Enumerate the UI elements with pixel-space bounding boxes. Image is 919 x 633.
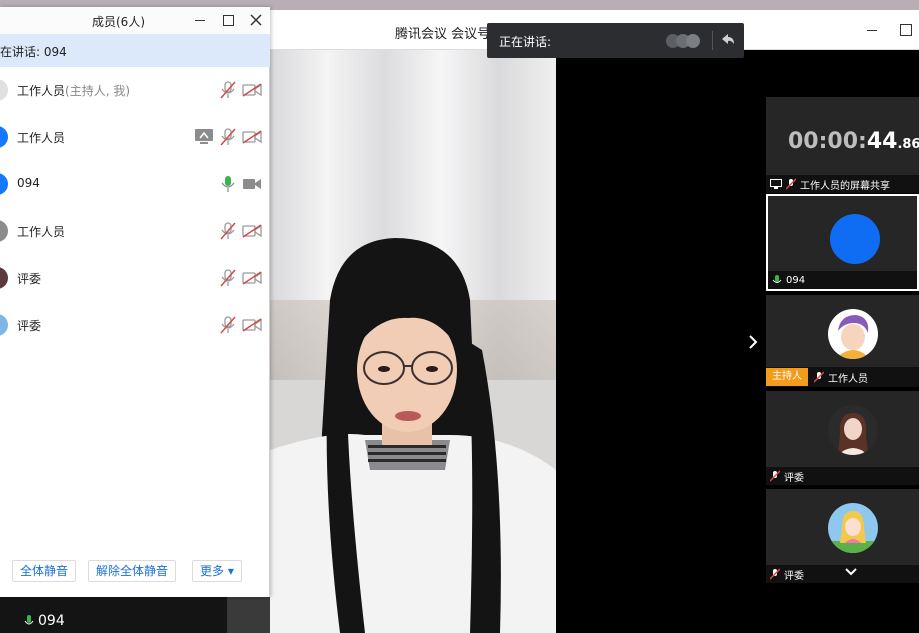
participant-name: 094 bbox=[786, 274, 806, 286]
mic-muted-icon bbox=[770, 568, 780, 580]
mute-all-button[interactable]: 全体静音 bbox=[12, 560, 77, 582]
panel-minimize-button[interactable] bbox=[192, 12, 208, 28]
participant-name: 评委 bbox=[784, 472, 804, 484]
member-row[interactable]: 评委 bbox=[0, 255, 270, 302]
share-timer: 00:00:44.86 bbox=[788, 129, 919, 154]
more-button[interactable]: 更多 ▾ bbox=[192, 560, 242, 582]
participant-tile-judge[interactable]: 评委 bbox=[766, 489, 919, 583]
speaking-toast: 正在讲话: bbox=[487, 23, 744, 58]
member-row[interactable]: 工作人员(主持人, 我) bbox=[0, 67, 270, 114]
member-name-text: 工作人员 bbox=[17, 225, 66, 239]
member-name: 评委 bbox=[17, 270, 41, 287]
participant-name: 评委 bbox=[784, 570, 804, 582]
participant-tile-bar: 主持人 工作人员 bbox=[766, 367, 919, 387]
member-name-text: 评委 bbox=[17, 272, 42, 286]
avatar bbox=[0, 314, 8, 336]
members-panel-title: 成员(6人) bbox=[92, 15, 145, 29]
screen-share-tile[interactable]: 00:00:44.86 工作人员的屏幕共享 bbox=[766, 97, 919, 193]
mic-muted-icon bbox=[814, 371, 824, 383]
participant-tile-judge[interactable]: 评委 bbox=[766, 391, 919, 485]
now-speaking-banner: 在讲话: 094 bbox=[0, 34, 270, 67]
members-panel-titlebar: 成员(6人) bbox=[0, 7, 270, 34]
member-name: 评委 bbox=[17, 317, 41, 334]
speaker-video bbox=[270, 50, 556, 633]
member-name: 094 bbox=[17, 176, 40, 190]
member-role-note: (主持人, 我) bbox=[65, 84, 131, 98]
bottom-video-label: 094 bbox=[24, 613, 65, 629]
member-name: 工作人员(主持人, 我) bbox=[17, 82, 130, 99]
now-speaking-text: 在讲话: 094 bbox=[0, 45, 67, 59]
member-name: 工作人员 bbox=[17, 129, 65, 146]
speaking-toast-label: 正在讲话: bbox=[499, 35, 552, 49]
members-panel: 成员(6人) 在讲话: 094 工作人员(主持人, 我) 工作人员 094 工作人员评… bbox=[0, 7, 270, 597]
avatar bbox=[0, 267, 8, 289]
participant-name: 工作人员 bbox=[828, 373, 868, 385]
host-badge: 主持人 bbox=[766, 368, 808, 386]
speaker-avatars-icon bbox=[666, 34, 700, 48]
member-name-text: 评委 bbox=[17, 319, 42, 333]
mic-muted-icon bbox=[770, 470, 780, 482]
camera-disabled-icon[interactable] bbox=[242, 130, 262, 144]
avatar bbox=[828, 503, 878, 553]
member-row[interactable]: 评委 bbox=[0, 302, 270, 349]
unmute-all-button[interactable]: 解除全体静音 bbox=[88, 560, 177, 582]
member-row[interactable]: 工作人员 bbox=[0, 208, 270, 255]
mic-muted-icon[interactable] bbox=[220, 222, 236, 240]
mic-muted-icon[interactable] bbox=[220, 81, 236, 99]
bottom-video-name: 094 bbox=[38, 613, 65, 629]
avatar bbox=[828, 309, 878, 359]
chevron-right-icon[interactable] bbox=[744, 330, 762, 354]
mic-on-icon[interactable] bbox=[220, 175, 236, 193]
member-name-text: 工作人员 bbox=[17, 84, 66, 98]
return-icon[interactable] bbox=[719, 31, 737, 49]
camera-disabled-icon[interactable] bbox=[242, 83, 262, 97]
mic-muted-icon[interactable] bbox=[220, 269, 236, 287]
meeting-title: 腾讯会议 会议号 bbox=[395, 27, 491, 42]
participant-tile-host[interactable]: 主持人 工作人员 bbox=[766, 295, 919, 387]
avatar bbox=[0, 126, 8, 148]
members-panel-footer: 全体静音 解除全体静音 更多 ▾ bbox=[0, 552, 270, 587]
mic-muted-icon bbox=[786, 178, 796, 190]
member-row[interactable]: 工作人员 bbox=[0, 114, 270, 161]
member-name-text: 工作人员 bbox=[17, 131, 66, 145]
camera-disabled-icon[interactable] bbox=[242, 318, 262, 332]
close-icon[interactable] bbox=[248, 12, 264, 28]
member-row[interactable]: 094 bbox=[0, 161, 270, 208]
screen-share-label: 工作人员的屏幕共享 bbox=[800, 180, 890, 192]
speaker-video-image bbox=[270, 50, 556, 633]
screen-share-icon[interactable] bbox=[194, 128, 214, 146]
mic-muted-icon[interactable] bbox=[220, 128, 236, 146]
camera-disabled-icon[interactable] bbox=[242, 224, 262, 238]
panel-maximize-button[interactable] bbox=[220, 12, 236, 28]
window-maximize-button[interactable] bbox=[896, 20, 916, 40]
avatar bbox=[0, 220, 8, 242]
avatar bbox=[830, 214, 880, 264]
chevron-down-icon[interactable] bbox=[844, 565, 858, 579]
participant-tile-bar: 评委 bbox=[766, 565, 919, 583]
participant-tile-bar: 094 bbox=[768, 271, 917, 289]
camera-disabled-icon[interactable] bbox=[242, 271, 262, 285]
window-minimize-button[interactable] bbox=[862, 20, 882, 40]
avatar bbox=[828, 405, 878, 455]
avatar bbox=[0, 79, 8, 101]
member-name: 工作人员 bbox=[17, 223, 65, 240]
participant-tile-bar: 评委 bbox=[766, 467, 919, 485]
avatar bbox=[0, 173, 8, 195]
mic-muted-icon[interactable] bbox=[220, 316, 236, 334]
member-name-text: 094 bbox=[17, 176, 40, 190]
participant-tile-094[interactable]: 094 bbox=[766, 194, 919, 291]
screen-share-tile-bar: 工作人员的屏幕共享 bbox=[766, 175, 919, 193]
bottom-video-thumbnail[interactable] bbox=[227, 597, 270, 633]
mic-on-icon bbox=[772, 275, 782, 283]
camera-off-icon[interactable] bbox=[242, 177, 262, 191]
screen-share-icon bbox=[770, 179, 782, 189]
toast-separator bbox=[712, 31, 713, 50]
mic-on-icon bbox=[24, 615, 34, 625]
